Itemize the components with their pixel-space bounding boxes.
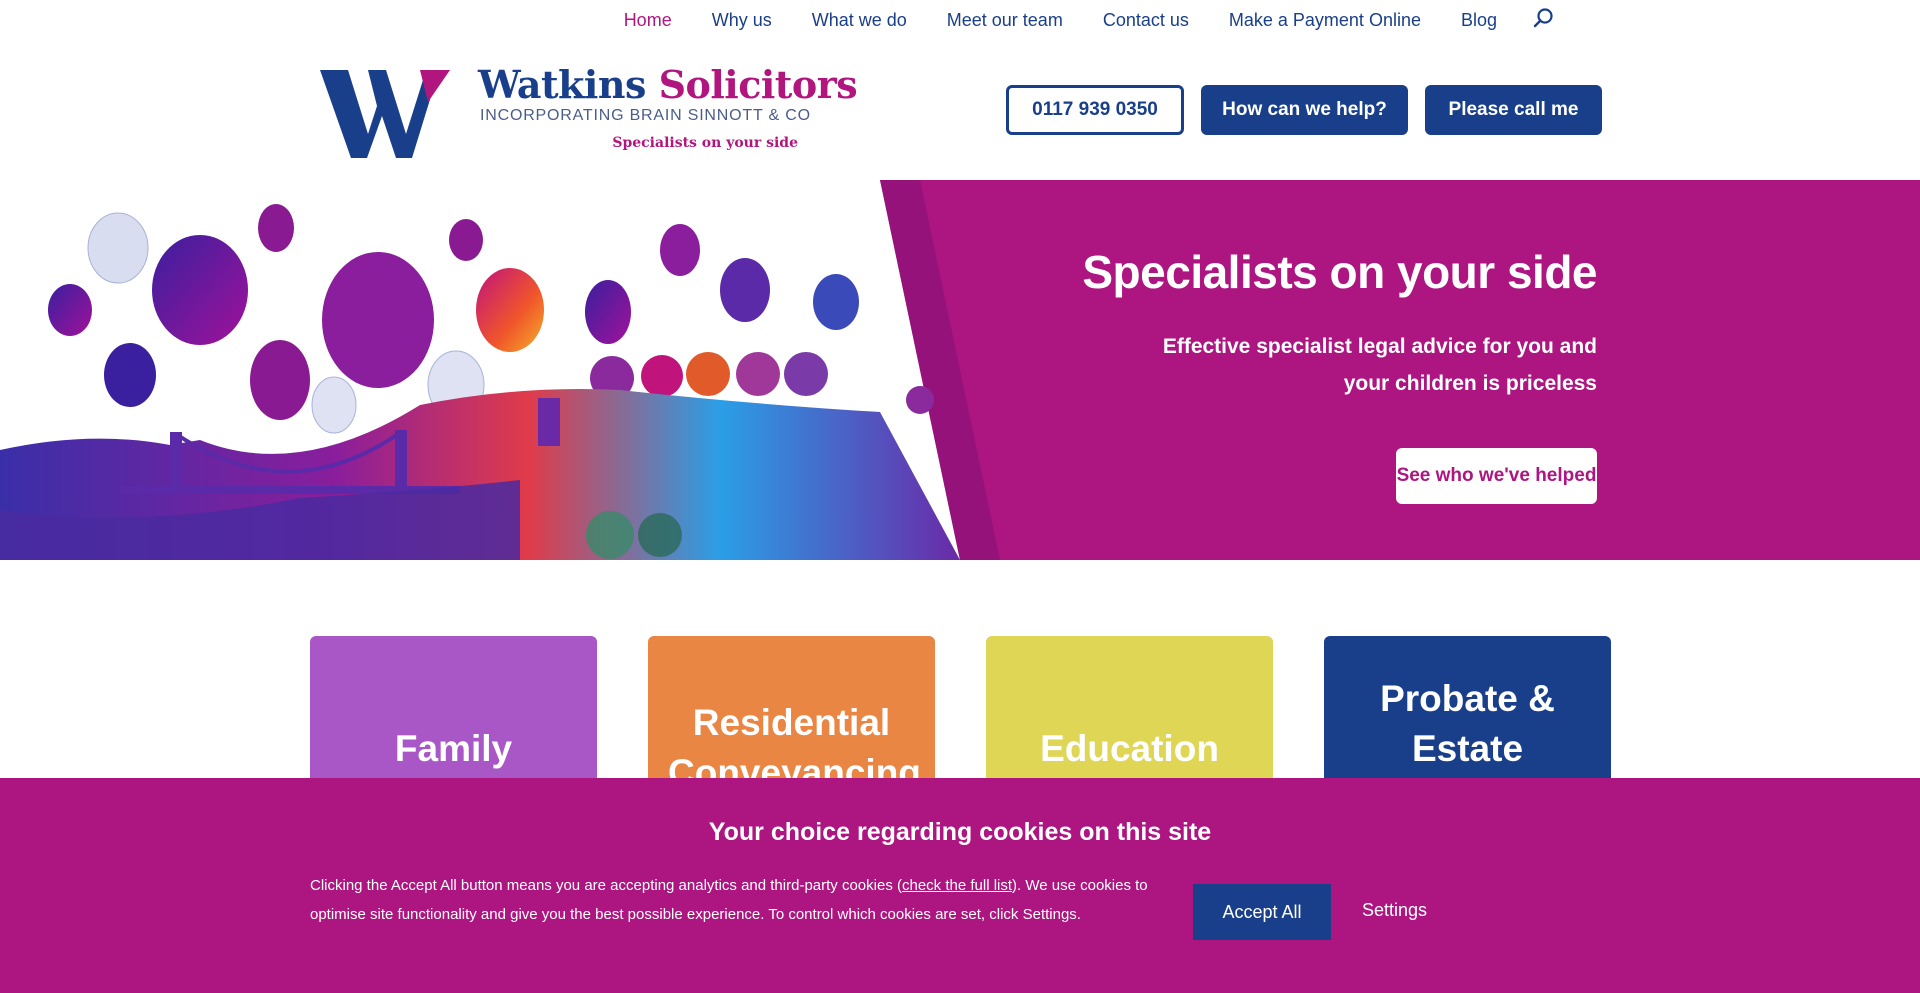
cookie-banner: Your choice regarding cookies on this si… <box>0 778 1920 993</box>
logo-name-part2: Solicitors <box>658 62 858 107</box>
cookie-title: Your choice regarding cookies on this si… <box>708 818 1212 846</box>
service-card-label: Education <box>1040 728 1219 769</box>
nav-item-what-we-do[interactable]: What we do <box>812 10 907 31</box>
hero-title: Specialists on your side <box>1082 246 1597 298</box>
hero-subtitle: Effective specialist legal advice for yo… <box>1162 335 1597 395</box>
service-card-label: Family <box>394 728 513 769</box>
site-logo[interactable]: Watkins Solicitors INCORPORATING BRAIN S… <box>320 62 858 162</box>
how-can-we-help-button[interactable]: How can we help? <box>1201 85 1408 135</box>
please-call-me-button[interactable]: Please call me <box>1425 85 1602 135</box>
cookie-description: Clicking the Accept All button means you… <box>310 871 1150 929</box>
top-navigation: Home Why us What we do Meet our team Con… <box>0 0 1920 42</box>
nav-list: Home Why us What we do Meet our team Con… <box>584 7 1555 31</box>
nav-item-meet-our-team[interactable]: Meet our team <box>947 10 1063 31</box>
see-who-weve-helped-button[interactable]: See who we've helped <box>1396 448 1597 504</box>
cookie-text-before: Clicking the Accept All button means you… <box>310 877 902 894</box>
nav-item-home[interactable]: Home <box>624 10 672 31</box>
logo-tagline: Specialists on your side <box>612 135 798 151</box>
phone-button[interactable]: 0117 939 0350 <box>1006 85 1184 135</box>
logo-title: Watkins Solicitors <box>478 62 858 107</box>
nav-item-blog[interactable]: Blog <box>1461 10 1497 31</box>
nav-item-make-payment[interactable]: Make a Payment Online <box>1229 10 1421 31</box>
cookie-full-list-link[interactable]: check the full list <box>902 877 1012 894</box>
search-icon[interactable] <box>1533 7 1555 29</box>
logo-name-part1: Watkins <box>478 62 646 107</box>
logo-subtitle: INCORPORATING BRAIN SINNOTT & CO <box>480 107 811 124</box>
service-card-label: Probate & Estate <box>1380 678 1555 769</box>
hero-banner: Specialists on your side Effective speci… <box>0 180 1920 560</box>
accept-all-button[interactable]: Accept All <box>1193 884 1331 940</box>
w-logo-mark-icon <box>320 70 450 158</box>
cookie-settings-button[interactable]: Settings <box>1362 900 1427 921</box>
hero-balloon-artwork <box>0 180 1000 560</box>
header-actions: 0117 939 0350 How can we help? Please ca… <box>1006 85 1602 135</box>
nav-item-why-us[interactable]: Why us <box>712 10 772 31</box>
nav-item-contact-us[interactable]: Contact us <box>1103 10 1189 31</box>
